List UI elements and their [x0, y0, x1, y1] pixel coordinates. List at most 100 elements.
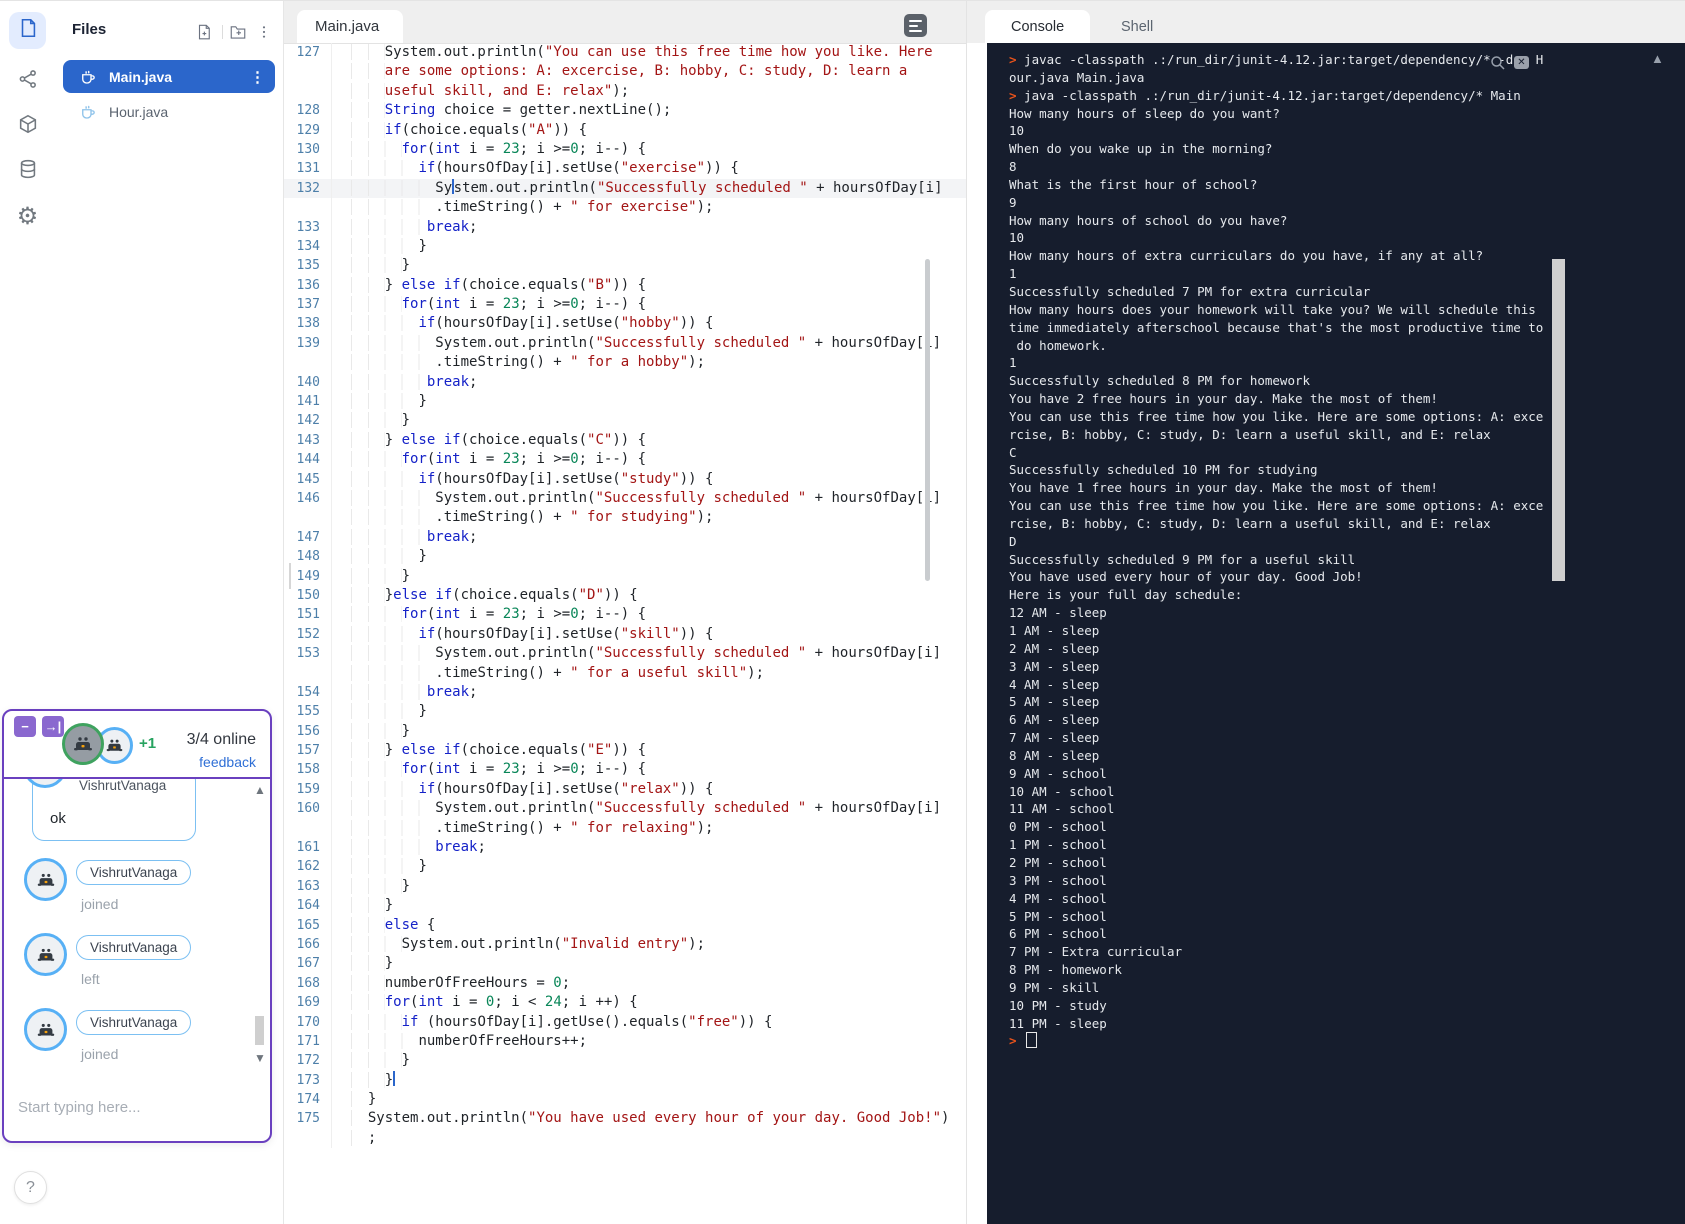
code-line[interactable]: 163 } [284, 876, 967, 897]
code-line[interactable]: 133 break; [284, 217, 967, 237]
console-line: 6 PM - school [1009, 926, 1107, 942]
code-line[interactable]: 135 } [284, 256, 967, 276]
console-line: 5 PM - school [1009, 908, 1107, 924]
packages-rail-button[interactable] [9, 108, 46, 145]
code-line[interactable]: 134 } [284, 236, 967, 257]
code-line[interactable]: 164 } [284, 896, 967, 916]
code-line[interactable]: 141 } [284, 392, 967, 412]
panel-resize-grip[interactable] [284, 563, 291, 589]
editor-scrollbar[interactable] [925, 259, 930, 581]
code-line[interactable]: 148 } [284, 547, 967, 567]
java-file-icon [82, 105, 95, 119]
code-line[interactable]: 140 break; [284, 372, 967, 393]
code-line[interactable]: 152 if(hoursOfDay[i].setUse("skill")) { [284, 624, 967, 645]
code-line[interactable]: 161 break; [284, 838, 967, 858]
code-line[interactable]: 154 break; [284, 682, 967, 703]
console-line: 3 PM - school [1009, 872, 1107, 888]
scroll-to-top-button[interactable]: ▲ [1651, 51, 1665, 66]
tab-shell[interactable]: Shell [1095, 10, 1179, 43]
tab-console[interactable]: Console [985, 10, 1091, 43]
code-line[interactable]: 170 if (hoursOfDay[i].getUse().equals("f… [284, 1012, 967, 1032]
chat-scrollbar[interactable] [255, 1016, 264, 1045]
code-line[interactable]: 156 } [284, 721, 967, 742]
code-line[interactable]: 172 } [284, 1051, 967, 1071]
code-line[interactable]: 130 for(int i = 23; i >=0; i--) { [284, 139, 967, 160]
chevron-up-icon[interactable]: ▲ [254, 783, 266, 797]
code-line[interactable]: are some options: A: excercise, B: hobby… [284, 62, 967, 82]
code-line[interactable]: 132 Sy stem.out.println("Successfully sch… [284, 178, 967, 199]
code-line[interactable]: 174 } [284, 1090, 967, 1110]
code-line[interactable]: 138 if(hoursOfDay[i].setUse("hobby")) { [284, 314, 967, 334]
code-line[interactable]: 147 break; [284, 527, 967, 548]
output-toggle-button[interactable] [904, 14, 927, 37]
code-line[interactable]: 168 numberOfFreeHours = 0; [284, 973, 967, 994]
code-line[interactable]: .timeString() + " for exercise"); [284, 198, 967, 218]
code-line[interactable]: 143 } else if(choice.equals("C")) { [284, 430, 967, 451]
code-line[interactable]: 169 for(int i = 0; i < 24; i ++) { [284, 993, 967, 1013]
terminal-scrollbar[interactable] [1552, 259, 1565, 581]
line-number: 156 [284, 721, 332, 742]
exit-chat-button[interactable]: →| [42, 716, 64, 737]
code-line[interactable]: 144 for(int i = 23; i >=0; i--) { [284, 450, 967, 470]
code-line[interactable]: useful skill, and E: relax"); [284, 81, 967, 102]
code-line[interactable]: 159 if(hoursOfDay[i].setUse("relax")) { [284, 779, 967, 800]
database-rail-button[interactable] [9, 153, 46, 190]
code-line[interactable]: 167 } [284, 954, 967, 974]
minimize-chat-button[interactable]: − [14, 716, 36, 737]
code-area[interactable]: 127 System.out.println("You can use this… [284, 43, 967, 1149]
code-line[interactable]: .timeString() + " for relaxing"); [284, 818, 967, 839]
code-line[interactable]: .timeString() + " for studying"); [284, 508, 967, 528]
console-line: C [1009, 444, 1017, 460]
terminal-search-button[interactable] [1489, 54, 1507, 72]
code-line[interactable]: 131 if(hoursOfDay[i].setUse("exercise"))… [284, 159, 967, 179]
files-rail-button[interactable] [9, 12, 46, 49]
text-cursor [452, 178, 454, 194]
console-line: 10 PM - study [1009, 997, 1107, 1013]
code-line[interactable]: 137 for(int i = 23; i >=0; i--) { [284, 295, 967, 315]
code-line[interactable]: 142 } [284, 411, 967, 431]
add-folder-button[interactable] [227, 21, 249, 43]
code-line[interactable]: 158 for(int i = 23; i >=0; i--) { [284, 760, 967, 780]
chat-input[interactable] [16, 1098, 250, 1117]
add-file-button[interactable] [193, 21, 215, 43]
file-menu-button[interactable]: ⋮ [250, 68, 265, 86]
code-line[interactable]: 166 System.out.println("Invalid entry"); [284, 934, 967, 955]
file-row-main-java[interactable]: Main.java ⋮ [63, 60, 275, 93]
code-line[interactable]: 149 } [284, 566, 967, 586]
code-line[interactable]: 175 System.out.println("You have used ev… [284, 1109, 967, 1129]
code-line[interactable]: 136 } else if(choice.equals("B")) { [284, 275, 967, 296]
files-menu-button[interactable] [253, 21, 275, 43]
code-line[interactable]: 157 } else if(choice.equals("E")) { [284, 741, 967, 761]
code-line[interactable]: 146 System.out.println("Successfully sch… [284, 488, 967, 509]
user-avatar[interactable] [62, 723, 104, 765]
file-row-hour-java[interactable]: Hour.java [63, 95, 275, 128]
code-line[interactable]: ; [284, 1128, 967, 1149]
settings-rail-button[interactable]: ⚙ [9, 198, 46, 235]
code-line[interactable]: .timeString() + " for a useful skill"); [284, 663, 967, 683]
console-line: 9 [1009, 194, 1017, 210]
code-line[interactable]: 139 System.out.println("Successfully sch… [284, 333, 967, 354]
code-line[interactable]: 165 else { [284, 915, 967, 935]
share-rail-button[interactable] [9, 63, 46, 100]
terminal[interactable]: > javac -classpath .:/run_dir/junit-4.12… [987, 43, 1685, 1224]
feedback-link[interactable]: feedback [199, 754, 256, 770]
code-line[interactable]: 129 if(choice.equals("A")) { [284, 120, 967, 140]
code-line[interactable]: 128 String choice = getter.nextLine(); [284, 101, 967, 121]
code-line[interactable]: 155 } [284, 702, 967, 722]
code-line[interactable]: 171 numberOfFreeHours++; [284, 1031, 967, 1052]
code-line[interactable]: 151 for(int i = 23; i >=0; i--) { [284, 605, 967, 625]
chevron-down-icon[interactable]: ▼ [254, 1051, 266, 1065]
code-line[interactable]: 162 } [284, 857, 967, 877]
terminal-clear-button[interactable]: ✕ [1514, 56, 1529, 69]
code-line[interactable]: .timeString() + " for a hobby"); [284, 353, 967, 373]
code-line[interactable]: 150 }else if(choice.equals("D")) { [284, 585, 967, 606]
tab-main-java[interactable]: Main.java [297, 10, 404, 43]
code-line[interactable]: 153 System.out.println("Successfully sch… [284, 644, 967, 664]
code-line[interactable]: 173 } [284, 1070, 967, 1091]
help-button[interactable]: ? [14, 1171, 47, 1204]
terminal-cursor [1026, 1032, 1038, 1049]
code-line[interactable]: 127 System.out.println("You can use this… [284, 43, 967, 63]
code-line[interactable]: 145 if(hoursOfDay[i].setUse("study")) { [284, 469, 967, 489]
code-line[interactable]: 160 System.out.println("Successfully sch… [284, 799, 967, 819]
line-number: 172 [284, 1051, 332, 1071]
